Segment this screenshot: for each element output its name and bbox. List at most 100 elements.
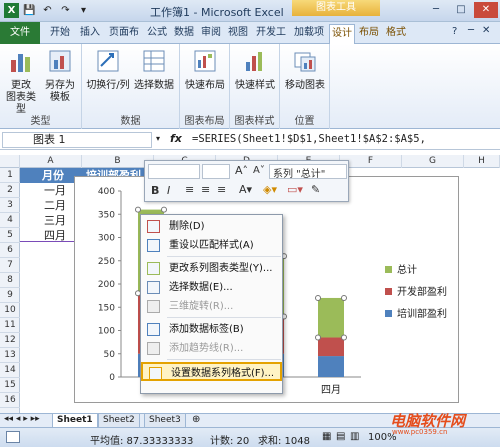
tab-addins[interactable]: 加载项 (290, 24, 328, 44)
close-button[interactable]: ✕ (474, 2, 498, 18)
row-header[interactable]: 5 (0, 228, 20, 243)
tab-layout[interactable]: 布局 (356, 24, 382, 44)
sheet-tab-1[interactable]: Sheet1 (52, 414, 98, 428)
insert-sheet-icon[interactable]: ⊕ (192, 414, 200, 425)
insert-function-icon[interactable]: fx (170, 132, 182, 145)
tab-data[interactable]: 数据 (171, 24, 197, 44)
menu-item-icon (147, 281, 160, 294)
undo-icon[interactable]: ↶ (40, 3, 55, 18)
name-box-dropdown-icon[interactable]: ▾ (156, 134, 160, 143)
redo-icon[interactable]: ↷ (58, 3, 73, 18)
move-chart-button[interactable]: 移动图表 (283, 48, 327, 92)
grow-font-icon[interactable]: A˄ (235, 164, 248, 177)
column-header-a[interactable]: A (20, 155, 82, 168)
quick-access-toolbar: X 💾 ↶ ↷ ▾ (4, 3, 91, 18)
tab-format[interactable]: 格式 (383, 24, 409, 44)
row-header[interactable]: 12 (0, 333, 20, 348)
context-menu-item[interactable]: 设置数据系列格式(F)... (141, 362, 282, 381)
row-header[interactable]: 11 (0, 318, 20, 333)
fill-color-icon[interactable]: ◈▾ (263, 183, 277, 196)
select-data-button[interactable]: 选择数据 (132, 48, 176, 92)
formula-input[interactable]: =SERIES(Sheet1!$D$1,Sheet1!$A$2:$A$5, (192, 132, 426, 147)
align-center-icon[interactable]: ≡ (201, 183, 210, 196)
italic-button[interactable]: I (167, 184, 170, 197)
quick-style-button[interactable]: 快速样式 (233, 48, 277, 92)
window-title: 工作簿1 - Microsoft Excel (150, 6, 284, 19)
change-chart-type-button[interactable]: 更改 图表类型 (3, 48, 39, 116)
font-name-select[interactable] (148, 164, 200, 179)
cell-a1[interactable]: 月份 (42, 168, 64, 183)
tab-formulas[interactable]: 公式 (144, 24, 170, 44)
align-left-icon[interactable]: ≡ (185, 183, 194, 196)
ribbon-minimize-icon[interactable]: ─ (468, 25, 474, 36)
sheet-tab-2[interactable]: Sheet2 (98, 414, 140, 428)
save-icon[interactable]: 💾 (22, 3, 37, 18)
page-layout-view-icon[interactable]: ▤ (336, 431, 345, 442)
context-menu-item: 三维旋转(R)... (141, 297, 282, 316)
workbook-close-icon[interactable]: ✕ (482, 25, 490, 36)
row-header[interactable]: 9 (0, 288, 20, 303)
context-menu-item[interactable]: 更改系列图表类型(Y)... (141, 259, 282, 278)
bar-0-3[interactable] (318, 356, 344, 377)
context-menu-item[interactable]: 删除(D) (141, 217, 282, 236)
save-as-template-button[interactable]: 另存为 模板 (42, 48, 78, 104)
tab-page-layout[interactable]: 页面布局 (105, 24, 143, 56)
tab-review[interactable]: 审阅 (198, 24, 224, 44)
tab-file[interactable]: 文件 (0, 22, 40, 44)
selection-handle (341, 294, 347, 301)
cell-a2[interactable]: 一月 (44, 183, 66, 198)
minimize-button[interactable]: ─ (424, 2, 448, 18)
help-icon[interactable]: ? (452, 26, 457, 37)
row-header[interactable]: 4 (0, 213, 20, 228)
row-header[interactable]: 3 (0, 198, 20, 213)
tab-developer[interactable]: 开发工 (253, 24, 289, 44)
font-size-select[interactable] (202, 164, 230, 179)
quick-style-label: 快速样式 (235, 80, 275, 91)
menu-item-label: 添加趋势线(R)... (169, 343, 244, 354)
row-header[interactable]: 13 (0, 348, 20, 363)
column-header-f[interactable]: F (340, 155, 402, 168)
format-painter-icon[interactable]: ✎ (311, 183, 320, 196)
font-color-icon[interactable]: A▾ (239, 183, 252, 196)
row-header[interactable]: 14 (0, 363, 20, 378)
tab-view[interactable]: 视图 (225, 24, 251, 44)
group-location: 移动图表 位置 (280, 44, 330, 129)
switch-row-column-button[interactable]: 切换行/列 (85, 48, 131, 92)
row-header[interactable]: 6 (0, 243, 20, 258)
cell-a4[interactable]: 三月 (44, 213, 66, 228)
context-menu-item[interactable]: 选择数据(E)... (141, 278, 282, 297)
shrink-font-icon[interactable]: A˅ (253, 165, 265, 176)
row-header[interactable]: 1 (0, 168, 20, 183)
tab-design[interactable]: 设计 (329, 24, 355, 44)
outline-color-icon[interactable]: ▭▾ (287, 183, 303, 196)
column-header-g[interactable]: G (402, 155, 464, 168)
macro-record-icon[interactable] (6, 431, 20, 443)
align-right-icon[interactable]: ≡ (217, 183, 226, 196)
quick-layout-button[interactable]: 快速布局 (183, 48, 227, 92)
cell-a3[interactable]: 二月 (44, 198, 66, 213)
row-header[interactable]: 10 (0, 303, 20, 318)
sheet-tab-3[interactable]: Sheet3 (144, 414, 186, 428)
sheet-nav-arrows[interactable]: ◂◂ ◂ ▸ ▸▸ (4, 414, 40, 424)
name-box[interactable]: 图表 1 (2, 132, 152, 148)
customize-qat-icon[interactable]: ▾ (76, 3, 91, 18)
row-header[interactable]: 8 (0, 273, 20, 288)
normal-view-icon[interactable]: ▦ (322, 431, 331, 442)
move-chart-icon (294, 52, 316, 72)
row-header[interactable]: 15 (0, 378, 20, 393)
series-select[interactable]: 系列 "总计" (269, 164, 347, 180)
context-menu-item[interactable]: 重设以匹配样式(A) (141, 236, 282, 255)
row-header[interactable]: 7 (0, 258, 20, 273)
column-header-h[interactable]: H (464, 155, 500, 168)
bar-2-3[interactable] (318, 297, 344, 338)
row-header[interactable]: 16 (0, 393, 20, 408)
bar-1-3[interactable] (318, 337, 344, 357)
tab-home[interactable]: 开始 (46, 24, 74, 44)
bold-button[interactable]: B (151, 184, 159, 197)
page-break-view-icon[interactable]: ▥ (350, 431, 359, 442)
maximize-button[interactable]: □ (449, 2, 473, 18)
select-all-corner[interactable] (0, 155, 20, 168)
tab-insert[interactable]: 插入 (76, 24, 104, 44)
row-header[interactable]: 2 (0, 183, 20, 198)
context-menu-item[interactable]: 添加数据标签(B) (141, 320, 282, 339)
